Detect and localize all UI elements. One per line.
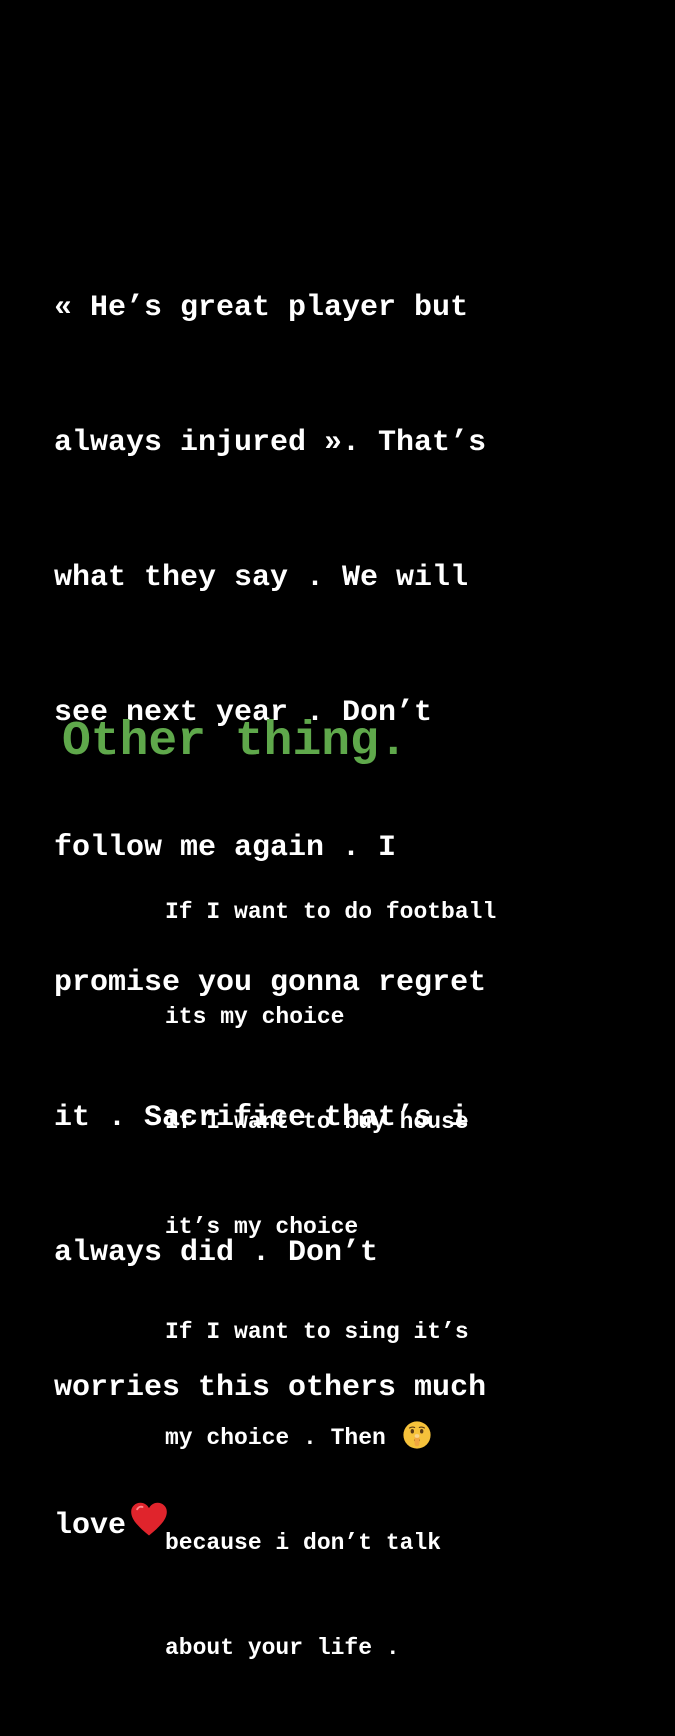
sub-line: my choice . Then xyxy=(165,1425,386,1451)
shushing-face-icon xyxy=(403,1421,431,1449)
sub-line: it’s my choice xyxy=(165,1214,359,1240)
sub-line: If I want to sing it’s xyxy=(165,1319,469,1345)
sub-message: If I want to do football its my choice I… xyxy=(165,825,645,1736)
story-canvas: « He’s great player but always injured »… xyxy=(0,0,675,1661)
sub-line: because i don’t talk xyxy=(165,1530,442,1556)
main-line: love xyxy=(54,1509,127,1543)
sub-line-with-emoji: my choice . Then xyxy=(165,1420,645,1456)
sub-line: If I want to buy house xyxy=(165,1109,469,1135)
heart-emoji-icon xyxy=(131,1502,167,1536)
main-line: always injured ». That’s xyxy=(54,426,487,460)
sub-line: its my choice xyxy=(165,1004,345,1030)
heading-other-thing: Other thing. xyxy=(62,715,408,769)
sub-line: If I want to do football xyxy=(165,899,497,925)
main-line: « He’s great player but xyxy=(54,291,469,325)
sub-line: about your life . xyxy=(165,1635,400,1661)
main-line: what they say . We will xyxy=(54,561,469,595)
